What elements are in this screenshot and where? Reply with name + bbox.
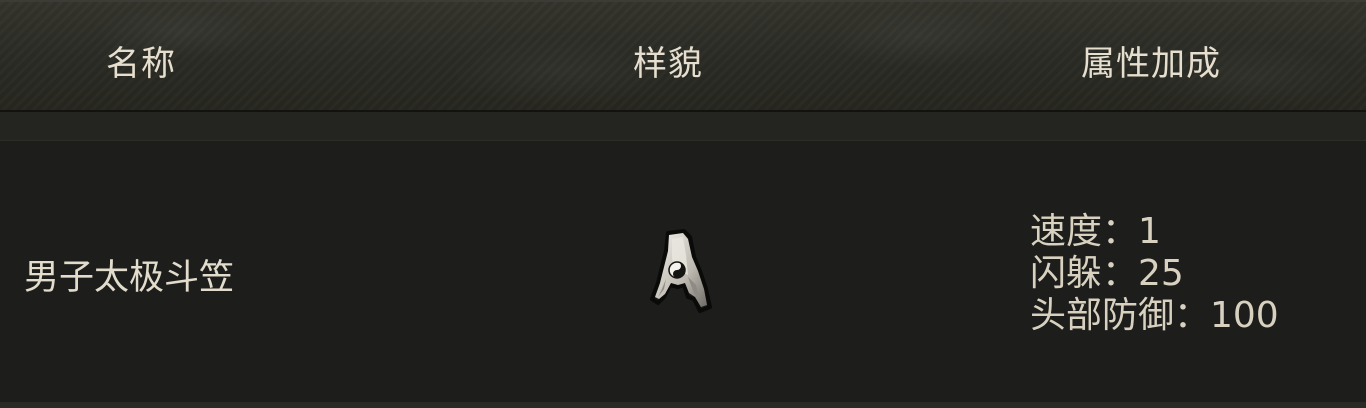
item-name: 男子太极斗笠 [24,258,235,298]
attribute-list: 速度：1 闪躲：25 头部防御：100 [1030,211,1279,337]
attribute-head-defense: 头部防御：100 [1030,295,1279,336]
column-header-name: 名称 [106,44,176,84]
attribute-dodge: 闪躲：25 [1030,253,1184,294]
column-header-attributes: 属性加成 [1081,44,1221,84]
equipment-table: 名称 样貌 属性加成 男子太极斗笠 速度：1 闪躲：25 头部防御：100 [0,0,1366,408]
table-row: 男子太极斗笠 速度：1 闪躲：25 头部防御：100 [0,140,1366,403]
table-bottom-border [0,402,1366,408]
column-header-appearance: 样貌 [633,44,703,84]
attribute-speed: 速度：1 [1030,211,1161,252]
header-separator [0,112,1366,140]
taiji-hat-icon [644,227,716,317]
table-header: 名称 样貌 属性加成 [0,0,1366,112]
